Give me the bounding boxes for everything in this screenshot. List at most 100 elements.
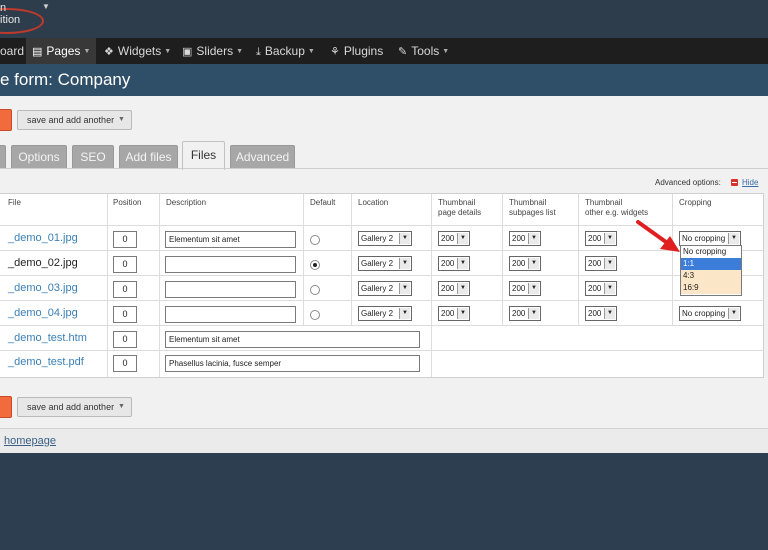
nav-pages[interactable]: ▤ Pages ▼ (26, 38, 97, 64)
description-input[interactable]: Phasellus lacinia, fusce semper (165, 355, 420, 372)
thumbnail-page-select[interactable]: 200 ▼ (438, 306, 470, 321)
cropping-select[interactable]: No cropping ▼ (679, 231, 741, 246)
header-description: Description (166, 198, 207, 207)
tab-add-files-label: Add files (125, 150, 172, 164)
cropping-option-16-9[interactable]: 16:9 (681, 282, 741, 294)
location-select-value: Gallery 2 (361, 284, 394, 293)
chevron-down-icon: ▼ (528, 308, 539, 319)
chevron-down-icon: ▼ (457, 233, 468, 244)
row-divider (0, 275, 763, 276)
nav-widgets[interactable]: ❖ Widgets ▼ (104, 38, 171, 64)
thumbnail-other-select[interactable]: 200 ▼ (585, 306, 617, 321)
hide-link[interactable]: Hide (742, 178, 758, 187)
position-input[interactable]: 0 (113, 281, 137, 298)
thumbnail-other-select[interactable]: 200 ▼ (585, 256, 617, 271)
thumbnail-other-select[interactable]: 200 ▼ (585, 281, 617, 296)
tab-advanced-label: Advanced (235, 150, 290, 164)
file-link[interactable]: _demo_test.htm (8, 332, 87, 344)
default-radio[interactable] (310, 235, 320, 245)
chevron-down-icon: ▼ (604, 308, 615, 319)
chevron-down-icon: ▼ (118, 403, 125, 410)
thumbnail-sub-select[interactable]: 200 ▼ (509, 231, 541, 246)
chevron-down-icon: ▼ (399, 308, 410, 319)
tab-options[interactable]: Options (11, 145, 67, 168)
chevron-down-icon: ▼ (457, 283, 468, 294)
thumbnail-page-select[interactable]: 200 ▼ (438, 231, 470, 246)
file-link[interactable]: _demo_01.jpg (8, 232, 78, 244)
cropping-dropdown-list: No cropping 1:1 4:3 16:9 (680, 245, 742, 296)
nav-plugins[interactable]: ⚘ Plugins (330, 38, 383, 64)
cropping-option-none[interactable]: No cropping (681, 246, 741, 258)
tab-advanced[interactable]: Advanced (230, 145, 295, 168)
thumbnail-page-select[interactable]: 200 ▼ (438, 281, 470, 296)
description-input[interactable] (165, 281, 296, 298)
save-and-add-another-button[interactable]: save and add another ▼ (17, 110, 132, 130)
cropping-select-value: No cropping (682, 309, 726, 318)
nav-backup-label: Backup (264, 44, 305, 58)
position-input[interactable]: 0 (113, 331, 137, 348)
header-thumbnail-page-line1: Thumbnail (438, 198, 476, 207)
location-select[interactable]: Gallery 2 ▼ (358, 306, 412, 321)
thumbnail-other-value: 200 (588, 284, 602, 293)
chevron-down-icon: ▼ (307, 48, 315, 55)
chevron-down-icon: ▼ (118, 116, 125, 123)
save-button-bottom[interactable] (0, 396, 12, 418)
file-link[interactable]: _demo_04.jpg (8, 307, 78, 319)
nav-dashboard-label: oard (0, 44, 25, 58)
position-input[interactable]: 0 (113, 306, 137, 323)
description-input[interactable]: Elementum sit amet (165, 231, 296, 248)
description-input[interactable] (165, 256, 296, 273)
thumbnail-other-select[interactable]: 200 ▼ (585, 231, 617, 246)
tab-seo[interactable]: SEO (72, 145, 114, 168)
tab-seo-label: SEO (80, 150, 106, 164)
annotation-arrow-icon (636, 220, 680, 252)
position-input[interactable]: 0 (113, 231, 137, 248)
nav-tools[interactable]: ✎ Tools ▼ (398, 38, 449, 64)
nav-widgets-label: Widgets (117, 44, 162, 58)
save-and-add-another-button-bottom[interactable]: save and add another ▼ (17, 397, 132, 417)
nav-backup[interactable]: ⤓ Backup ▼ (256, 38, 315, 64)
default-radio-selected[interactable] (310, 260, 320, 270)
description-input[interactable]: Elementum sit amet (165, 331, 420, 348)
logo-text-line2[interactable]: ition (0, 14, 20, 26)
chevron-down-icon: ▼ (457, 258, 468, 269)
nav-dashboard[interactable]: oard (0, 38, 26, 64)
default-radio[interactable] (310, 285, 320, 295)
chevron-down-icon: ▼ (83, 48, 91, 55)
chevron-down-icon: ▼ (604, 283, 615, 294)
cropping-select[interactable]: No cropping ▼ (679, 306, 741, 321)
location-select[interactable]: Gallery 2 ▼ (358, 256, 412, 271)
header-thumbnail-sub-line2: subpages list (509, 208, 556, 217)
tab-add-files[interactable]: Add files (119, 145, 178, 168)
tabs-divider (0, 168, 768, 169)
thumbnail-sub-select[interactable]: 200 ▼ (509, 306, 541, 321)
thumbnail-sub-select[interactable]: 200 ▼ (509, 281, 541, 296)
location-select[interactable]: Gallery 2 ▼ (358, 281, 412, 296)
cropping-option-1-1[interactable]: 1:1 (681, 258, 741, 270)
header-default: Default (310, 198, 336, 207)
thumbnail-sub-select[interactable]: 200 ▼ (509, 256, 541, 271)
homepage-link[interactable]: homepage (4, 435, 56, 447)
cropping-option-4-3[interactable]: 4:3 (681, 270, 741, 282)
default-radio[interactable] (310, 310, 320, 320)
nav-sliders[interactable]: ▣ Sliders ▼ (182, 38, 243, 64)
thumbnail-page-value: 200 (441, 284, 455, 293)
tab-files[interactable]: Files (182, 141, 225, 170)
col-divider (351, 194, 352, 325)
position-input[interactable]: 0 (113, 355, 137, 372)
header-location: Location (358, 198, 389, 207)
tab-general[interactable] (0, 145, 6, 168)
chevron-down-icon[interactable]: ▼ (42, 2, 50, 11)
document-icon: ▤ (32, 46, 43, 58)
location-select[interactable]: Gallery 2 ▼ (358, 231, 412, 246)
row-divider (0, 350, 763, 351)
logo-text-line1[interactable]: n (0, 2, 6, 14)
file-link[interactable]: _demo_03.jpg (8, 282, 78, 294)
save-button[interactable] (0, 109, 12, 131)
thumbnail-page-select[interactable]: 200 ▼ (438, 256, 470, 271)
description-input[interactable] (165, 306, 296, 323)
col-divider (502, 194, 503, 325)
minus-icon[interactable] (731, 179, 738, 186)
file-link[interactable]: _demo_test.pdf (8, 356, 84, 368)
position-input[interactable]: 0 (113, 256, 137, 273)
